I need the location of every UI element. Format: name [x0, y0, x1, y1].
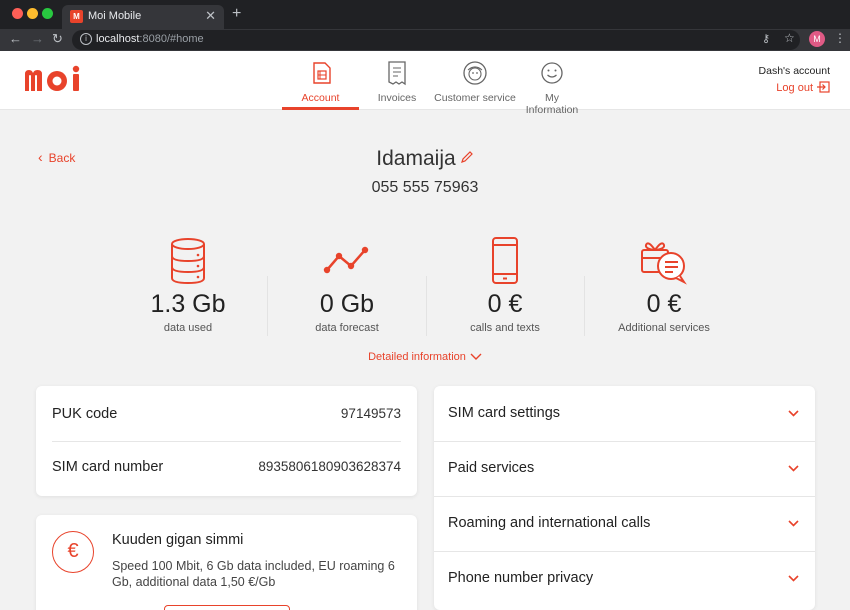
- accordion-label: SIM card settings: [448, 405, 561, 421]
- accordion-label: Roaming and international calls: [448, 515, 651, 531]
- chevron-down-icon: [470, 353, 482, 360]
- smiley-icon: [541, 62, 563, 84]
- url-input[interactable]: i localhost:8080/#home ⚷ ☆: [72, 30, 800, 50]
- nav-customer-service-label: Customer service: [434, 92, 516, 104]
- profile-avatar[interactable]: M: [809, 31, 825, 47]
- stat-data-used: 1.3 Gb data used: [109, 236, 267, 334]
- accordion-paid-services[interactable]: Paid services: [448, 441, 801, 496]
- customer-service-icon: [463, 61, 487, 85]
- favicon-icon: M: [70, 10, 83, 23]
- forward-arrow-icon[interactable]: →: [31, 31, 44, 46]
- stat-value: 0 €: [487, 290, 523, 318]
- plan-action-button[interactable]: [164, 605, 290, 610]
- url-text: localhost:8080/#home: [96, 33, 204, 45]
- logout-link[interactable]: Log out: [776, 81, 830, 94]
- stat-value: 1.3 Gb: [150, 290, 226, 318]
- subscription-number: 055 555 75963: [371, 179, 479, 196]
- plan-title: Kuuden gigan simmi: [112, 532, 244, 548]
- sim-info-card: PUK code 97149573 SIM card number 893580…: [36, 386, 417, 496]
- euro-icon: €: [52, 531, 94, 573]
- tab-title: Moi Mobile: [88, 10, 142, 22]
- detailed-information-toggle[interactable]: Detailed information: [0, 351, 850, 363]
- stat-label: Additional services: [618, 322, 710, 334]
- reload-icon[interactable]: ↻: [52, 31, 63, 47]
- bookmark-star-icon[interactable]: ☆: [784, 31, 795, 45]
- nav-my-information-label: My Information: [525, 92, 579, 116]
- sim-number-label: SIM card number: [52, 459, 164, 475]
- puk-code-row: PUK code 97149573: [52, 406, 401, 422]
- account-name: Dash's account: [758, 65, 830, 77]
- edit-pencil-icon[interactable]: [460, 150, 474, 164]
- minimize-window-button[interactable]: [27, 8, 38, 19]
- gift-message-icon: [641, 242, 687, 285]
- accordion-label: Paid services: [448, 460, 535, 476]
- tab-close-icon[interactable]: ✕: [205, 8, 216, 24]
- chevron-down-icon: [788, 465, 799, 472]
- trend-line-icon: [323, 246, 369, 274]
- browser-menu-icon[interactable]: ⋮: [834, 31, 846, 45]
- chevron-down-icon: [788, 520, 799, 527]
- chevron-down-icon: [788, 575, 799, 582]
- plan-description: Speed 100 Mbit, 6 Gb data included, EU r…: [112, 559, 395, 589]
- nav-account-label: Account: [301, 92, 340, 104]
- nav-invoices[interactable]: Invoices: [366, 51, 428, 110]
- stat-label: calls and texts: [470, 322, 540, 334]
- chevron-down-icon: [788, 410, 799, 417]
- settings-accordion: SIM card settings Paid services Roaming …: [434, 386, 815, 610]
- nav-active-underline: [282, 107, 359, 110]
- nav-invoices-label: Invoices: [377, 92, 417, 104]
- browser-tab[interactable]: M Moi Mobile ✕: [62, 5, 224, 29]
- stat-calls-texts: 0 € calls and texts: [426, 236, 584, 334]
- stat-value: 0 Gb: [319, 290, 375, 318]
- accordion-number-privacy[interactable]: Phone number privacy: [448, 551, 801, 606]
- accordion-roaming[interactable]: Roaming and international calls: [448, 496, 801, 551]
- nav-my-information[interactable]: My Information: [519, 51, 585, 116]
- phone-icon: [492, 237, 518, 284]
- sim-number-row: SIM card number 8935806180903628374: [52, 459, 401, 475]
- sim-number-value: 8935806180903628374: [258, 459, 401, 474]
- stat-value: 0 €: [646, 290, 682, 318]
- nav-customer-service[interactable]: Customer service: [434, 51, 516, 110]
- stat-additional-services: 0 € Additional services: [585, 236, 743, 334]
- moi-logo[interactable]: [22, 64, 90, 99]
- stat-label: data used: [163, 322, 213, 334]
- plan-card: € Kuuden gigan simmi Speed 100 Mbit, 6 G…: [36, 515, 417, 610]
- subscription-name: Idamaija: [0, 147, 850, 171]
- back-arrow-icon[interactable]: ←: [9, 31, 22, 46]
- accordion-label: Phone number privacy: [448, 570, 594, 586]
- invoice-icon: [388, 61, 406, 86]
- nav-account[interactable]: Account: [282, 51, 359, 110]
- key-icon[interactable]: ⚷: [762, 32, 770, 45]
- database-icon: [171, 238, 205, 285]
- stat-data-forecast: 0 Gb data forecast: [268, 236, 426, 334]
- sim-card-icon: [312, 62, 331, 84]
- puk-code-value: 97149573: [340, 406, 401, 421]
- divider: [52, 441, 401, 442]
- close-window-button[interactable]: [12, 8, 23, 19]
- maximize-window-button[interactable]: [42, 8, 53, 19]
- site-info-icon[interactable]: i: [80, 33, 92, 45]
- site-header: Account Invoices Customer service My Inf…: [0, 51, 850, 116]
- address-bar: ← → ↻ i localhost:8080/#home ⚷ ☆ M ⋮: [0, 29, 850, 51]
- browser-tab-bar: M Moi Mobile ✕ +: [0, 0, 850, 29]
- new-tab-button[interactable]: +: [232, 5, 241, 23]
- stat-label: data forecast: [315, 322, 379, 334]
- accordion-sim-card-settings[interactable]: SIM card settings: [448, 386, 801, 441]
- logout-icon: [817, 81, 830, 93]
- puk-code-label: PUK code: [52, 406, 118, 422]
